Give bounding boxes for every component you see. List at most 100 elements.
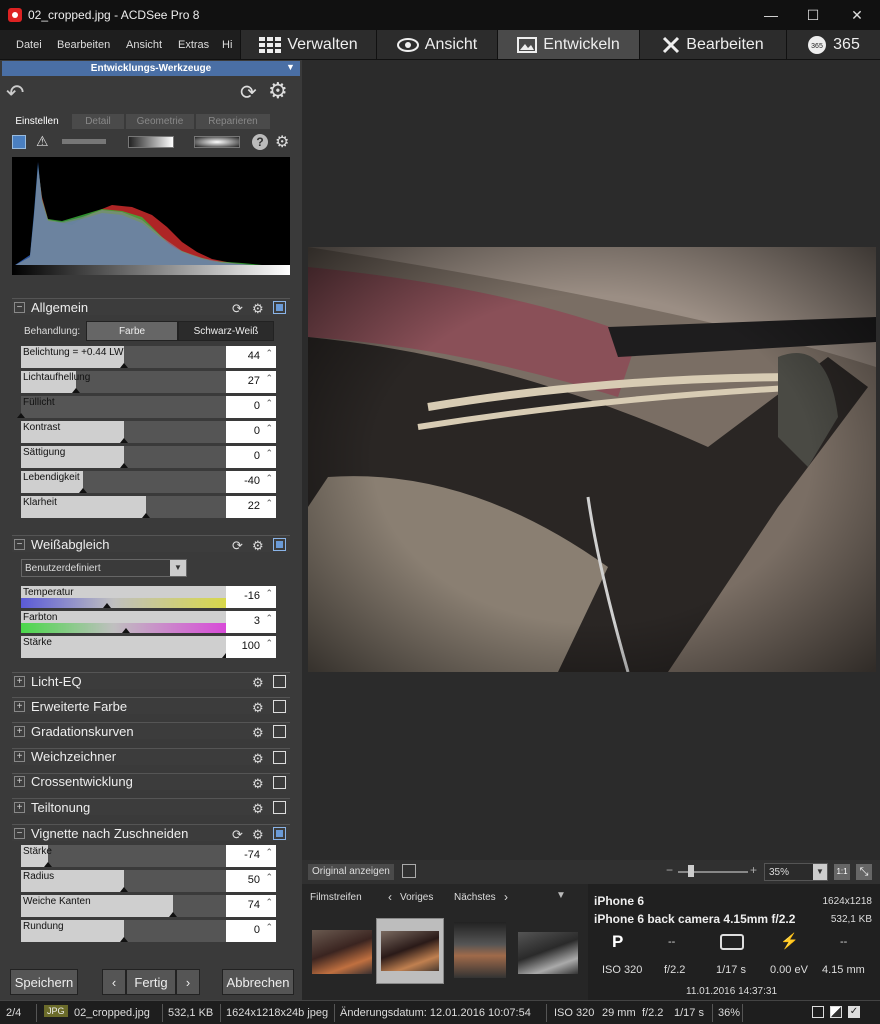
- slider-value-input[interactable]: 74: [226, 895, 276, 917]
- filmstrip-menu-icon[interactable]: ▼: [556, 890, 566, 901]
- gear-icon[interactable]: ⚙: [252, 675, 264, 691]
- expand-icon[interactable]: +: [14, 675, 25, 687]
- slider-stärke[interactable]: Stärke -74: [21, 845, 276, 867]
- undo-icon[interactable]: ↶: [6, 80, 24, 106]
- slider-thumb[interactable]: [103, 603, 111, 608]
- tab-geometrie[interactable]: Geometrie: [126, 114, 194, 129]
- slider-klarheit[interactable]: Klarheit 22: [21, 496, 276, 518]
- collapse-icon[interactable]: −: [14, 827, 25, 839]
- enable-checkbox[interactable]: [273, 538, 286, 551]
- slider-farbton[interactable]: Farbton 3: [21, 611, 276, 633]
- gear-icon[interactable]: ⚙: [252, 301, 264, 317]
- next-button[interactable]: ›: [176, 969, 200, 995]
- slider-stärke[interactable]: Stärke 100: [21, 636, 276, 658]
- mode-verwalten[interactable]: Verwalten: [240, 30, 376, 59]
- mode-bearbeiten[interactable]: Bearbeiten: [639, 30, 786, 59]
- section-vignette[interactable]: − Vignette nach Zuschneiden ⟳ ⚙: [12, 824, 290, 843]
- slider-lebendigkeit[interactable]: Lebendigkeit -40: [21, 471, 276, 493]
- gradient-tool-icon[interactable]: [128, 136, 174, 148]
- reset-icon[interactable]: ⟳: [232, 827, 243, 843]
- mode-ansicht[interactable]: Ansicht: [376, 30, 497, 59]
- menu-ansicht[interactable]: Ansicht: [126, 39, 162, 51]
- slider-value-input[interactable]: -16: [226, 586, 276, 608]
- gear-icon[interactable]: ⚙: [252, 776, 264, 792]
- enable-checkbox[interactable]: [273, 827, 286, 840]
- expand-icon[interactable]: +: [14, 700, 25, 712]
- radial-tool-icon[interactable]: [194, 136, 240, 148]
- tab-einstellen[interactable]: Einstellen: [6, 114, 68, 129]
- slider-rundung[interactable]: Rundung 0: [21, 920, 276, 942]
- cancel-button[interactable]: Abbrechen: [222, 969, 294, 995]
- view-single-icon[interactable]: [812, 1006, 824, 1018]
- help-icon[interactable]: ?: [252, 134, 268, 150]
- thumbnail-2-selected[interactable]: [376, 918, 444, 984]
- warning-icon[interactable]: ⚠: [36, 133, 49, 150]
- slider-value-input[interactable]: 50: [226, 870, 276, 892]
- slider-kontrast[interactable]: Kontrast 0: [21, 421, 276, 443]
- expand-icon[interactable]: +: [14, 751, 25, 763]
- treatment-bw-button[interactable]: Schwarz-Weiß: [178, 321, 274, 341]
- slider-thumb[interactable]: [120, 887, 128, 892]
- expand-icon[interactable]: +: [14, 776, 25, 788]
- slider-value-input[interactable]: 44: [226, 346, 276, 368]
- slider-belichtung-0-44-lw[interactable]: Belichtung = +0.44 LW 44: [21, 346, 276, 368]
- gear-icon[interactable]: ⚙: [252, 700, 264, 716]
- expand-icon[interactable]: +: [14, 725, 25, 737]
- mode-365[interactable]: 365 365: [786, 30, 880, 59]
- mode-entwickeln[interactable]: Entwickeln: [497, 30, 639, 59]
- slider-thumb[interactable]: [169, 912, 177, 917]
- slider-value-input[interactable]: 0: [226, 446, 276, 468]
- zoom-1to1-button[interactable]: 1:1: [834, 864, 850, 880]
- gear-icon[interactable]: ⚙: [252, 725, 264, 741]
- slider-sättigung[interactable]: Sättigung 0: [21, 446, 276, 468]
- slider-value-input[interactable]: 100: [226, 636, 276, 658]
- done-button[interactable]: Fertig: [126, 969, 176, 995]
- section-crossentwicklung[interactable]: + Crossentwicklung ⚙: [12, 772, 290, 792]
- menu-extras[interactable]: Extras: [178, 39, 209, 51]
- slider-value-input[interactable]: -74: [226, 845, 276, 867]
- thumbnail-4[interactable]: [518, 932, 578, 974]
- section-erweiterte-farbe[interactable]: + Erweiterte Farbe ⚙: [12, 697, 290, 716]
- show-original-button[interactable]: Original anzeigen: [308, 864, 394, 880]
- minimize-button[interactable]: —: [748, 0, 794, 30]
- panel-dropdown-icon[interactable]: ▼: [286, 62, 295, 72]
- histogram-toggle-icon[interactable]: [12, 135, 26, 149]
- section-weichzeichner[interactable]: + Weichzeichner ⚙: [12, 747, 290, 767]
- tab-detail[interactable]: Detail: [72, 114, 124, 129]
- section-teiltonung[interactable]: + Teiltonung ⚙: [12, 798, 290, 816]
- slider-value-input[interactable]: 22: [226, 496, 276, 518]
- gear-icon[interactable]: ⚙: [252, 751, 264, 767]
- zoom-slider-thumb[interactable]: [688, 865, 694, 877]
- slider-thumb[interactable]: [120, 438, 128, 443]
- collapse-icon[interactable]: −: [14, 301, 25, 313]
- slider-thumb[interactable]: [142, 513, 150, 518]
- thumbnail-3[interactable]: [454, 922, 506, 978]
- wb-preset-select[interactable]: Benutzerdefiniert ▼: [21, 559, 187, 577]
- slider-radius[interactable]: Radius 50: [21, 870, 276, 892]
- section-weissabgleich[interactable]: − Weißabgleich ⟳ ⚙: [12, 535, 290, 554]
- menu-datei[interactable]: Datei: [16, 39, 42, 51]
- slider-thumb[interactable]: [120, 937, 128, 942]
- slider-value-input[interactable]: 0: [226, 920, 276, 942]
- fullscreen-icon[interactable]: ⤡: [856, 864, 872, 880]
- close-button[interactable]: ✕: [834, 0, 880, 30]
- section-allgemein[interactable]: − Allgemein ⟳ ⚙: [12, 298, 290, 317]
- slider-thumb[interactable]: [79, 488, 87, 493]
- slider-thumb[interactable]: [122, 628, 130, 633]
- reset-icon[interactable]: ⟳: [232, 538, 243, 554]
- slider-value-input[interactable]: 0: [226, 396, 276, 418]
- view-compare-icon[interactable]: [830, 1006, 842, 1018]
- tab-reparieren[interactable]: Reparieren: [196, 114, 270, 129]
- slider-thumb[interactable]: [44, 862, 52, 867]
- slider-temperatur[interactable]: Temperatur -16: [21, 586, 276, 608]
- settings-gear-icon[interactable]: ⚙: [268, 78, 288, 104]
- slider-value-input[interactable]: 3: [226, 611, 276, 633]
- menu-hilfe[interactable]: Hi: [222, 39, 232, 51]
- previous-button[interactable]: ‹: [102, 969, 126, 995]
- maximize-button[interactable]: ☐: [790, 0, 836, 30]
- brush-size-slider[interactable]: [62, 139, 106, 144]
- slider-value-input[interactable]: 27: [226, 371, 276, 393]
- enable-checkbox[interactable]: [273, 301, 286, 314]
- chevron-left-icon[interactable]: ‹: [388, 890, 392, 904]
- slider-value-input[interactable]: -40: [226, 471, 276, 493]
